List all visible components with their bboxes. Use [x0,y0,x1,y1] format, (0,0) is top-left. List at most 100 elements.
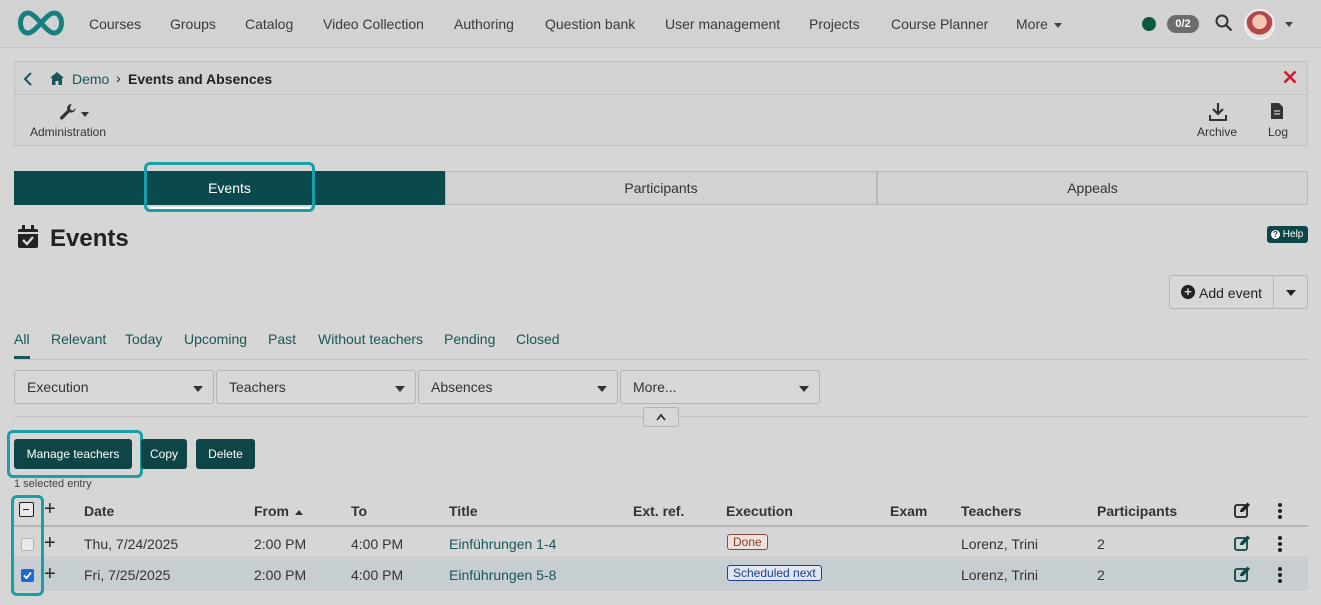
active-tab-underline [150,207,310,209]
page-title: Events [50,225,129,252]
counter-badge[interactable]: 0/2 [1167,15,1199,33]
row-title-link[interactable]: Einführungen 5-8 [449,567,556,583]
column-header-date[interactable]: Date [84,503,114,519]
breadcrumb-separator-icon: › [116,70,121,86]
add-event-label: Add event [1199,285,1263,301]
presence-status-icon[interactable] [1142,17,1156,31]
filter-tab-pending[interactable]: Pending [444,331,495,347]
nav-catalog[interactable]: Catalog [245,16,293,32]
caret-down-icon [799,386,809,392]
edit-icon[interactable] [1234,502,1251,518]
delete-button[interactable]: Delete [196,439,255,469]
selected-count-text: 1 selected entry [14,478,92,490]
expand-all-icon[interactable]: + [44,499,56,519]
row-teachers: Lorenz, Trini [961,567,1039,583]
nav-user-management[interactable]: User management [665,16,780,32]
add-event-dropdown-toggle[interactable] [1273,275,1308,309]
archive-button[interactable]: Archive [1192,100,1242,142]
edit-icon[interactable] [1234,566,1251,582]
column-header-exam[interactable]: Exam [890,503,927,519]
column-header-teachers[interactable]: Teachers [961,503,1021,519]
tab-participants-label: Participants [624,180,698,196]
plus-circle-icon: + [1181,285,1195,299]
column-header-execution[interactable]: Execution [726,503,793,519]
copy-button[interactable]: Copy [141,439,187,469]
help-label: Help [1282,229,1304,240]
expand-row-icon[interactable]: + [44,564,56,584]
breadcrumb-current: Events and Absences [128,71,273,87]
filter-tab-relevant[interactable]: Relevant [51,331,106,347]
help-button[interactable]: ? Help [1267,226,1308,243]
teachers-filter-label: Teachers [229,379,286,395]
nav-projects[interactable]: Projects [809,16,860,32]
nav-course-planner[interactable]: Course Planner [891,16,988,32]
column-header-to[interactable]: To [351,503,367,519]
execution-filter-select[interactable]: Execution [14,370,214,404]
sort-asc-icon [294,509,303,515]
column-header-participants[interactable]: Participants [1097,503,1177,519]
nav-courses[interactable]: Courses [89,16,141,32]
tab-participants[interactable]: Participants [445,171,877,205]
execution-filter-label: Execution [27,379,89,395]
help-icon: ? [1271,229,1280,239]
row-date: Fri, 7/25/2025 [84,567,171,583]
tutorial-highlight-manage-teachers [7,430,143,478]
absences-filter-select[interactable]: Absences [418,370,618,404]
row-date: Thu, 7/24/2025 [84,536,179,552]
back-chevron-icon[interactable] [23,72,33,86]
nav-video-collection[interactable]: Video Collection [323,16,424,32]
nav-groups[interactable]: Groups [170,16,216,32]
column-header-title[interactable]: Title [449,503,478,519]
avatar[interactable] [1244,9,1275,40]
home-icon [50,72,64,85]
log-label: Log [1268,125,1289,139]
divider [14,359,1308,360]
nav-more[interactable]: More [1016,16,1062,32]
filter-tab-today[interactable]: Today [125,331,162,347]
expand-row-icon[interactable]: + [44,533,56,553]
calendar-check-icon [18,225,38,248]
nav-more-label: More [1016,16,1048,32]
breadcrumb: Demo › Events and Absences [15,62,1307,95]
filter-tab-all[interactable]: All [14,331,30,347]
filter-tab-without-teachers[interactable]: Without teachers [318,331,423,347]
row-from: 2:00 PM [254,536,307,552]
collapse-filters-button[interactable] [643,407,679,427]
administration-label: Administration [30,125,107,139]
row-more-options-icon[interactable] [1278,567,1282,585]
caret-down-icon [395,386,405,392]
tab-appeals[interactable]: Appeals [877,171,1308,205]
log-button[interactable]: Log [1261,100,1301,142]
status-badge: Scheduled next [727,565,822,581]
teachers-filter-select[interactable]: Teachers [216,370,416,404]
table-row[interactable]: + Fri, 7/25/2025 2:00 PM 4:00 PM Einführ… [14,559,1308,590]
chevron-up-icon [656,413,666,421]
row-participants: 2 [1097,567,1105,583]
caret-down-icon [1053,22,1062,28]
chevron-down-icon[interactable] [1285,22,1293,27]
filter-tab-closed[interactable]: Closed [516,331,560,347]
nav-question-bank[interactable]: Question bank [545,16,635,32]
app-logo-icon[interactable] [14,9,68,37]
edit-icon[interactable] [1234,535,1251,551]
add-event-button[interactable]: + Add event [1169,275,1274,309]
close-icon[interactable] [1283,70,1297,84]
breadcrumb-home[interactable]: Demo [72,71,109,87]
row-title-link[interactable]: Einführungen 1-4 [449,536,556,552]
table-row[interactable]: + Thu, 7/24/2025 2:00 PM 4:00 PM Einführ… [14,527,1308,558]
filter-tab-upcoming[interactable]: Upcoming [184,331,247,347]
search-icon[interactable] [1215,14,1233,32]
filter-tab-past[interactable]: Past [268,331,296,347]
file-icon [1271,103,1283,119]
more-filter-select[interactable]: More... [620,370,820,404]
column-header-ext-ref[interactable]: Ext. ref. [633,503,684,519]
nav-authoring[interactable]: Authoring [454,16,514,32]
administration-menu[interactable]: Administration [23,100,113,142]
row-more-options-icon[interactable] [1278,536,1282,554]
more-options-icon[interactable] [1278,503,1282,521]
row-to: 4:00 PM [351,567,404,583]
row-teachers: Lorenz, Trini [961,536,1039,552]
caret-down-icon [597,386,607,392]
top-navigation: Courses Groups Catalog Video Collection … [0,0,1321,48]
column-header-from[interactable]: From [254,503,303,519]
